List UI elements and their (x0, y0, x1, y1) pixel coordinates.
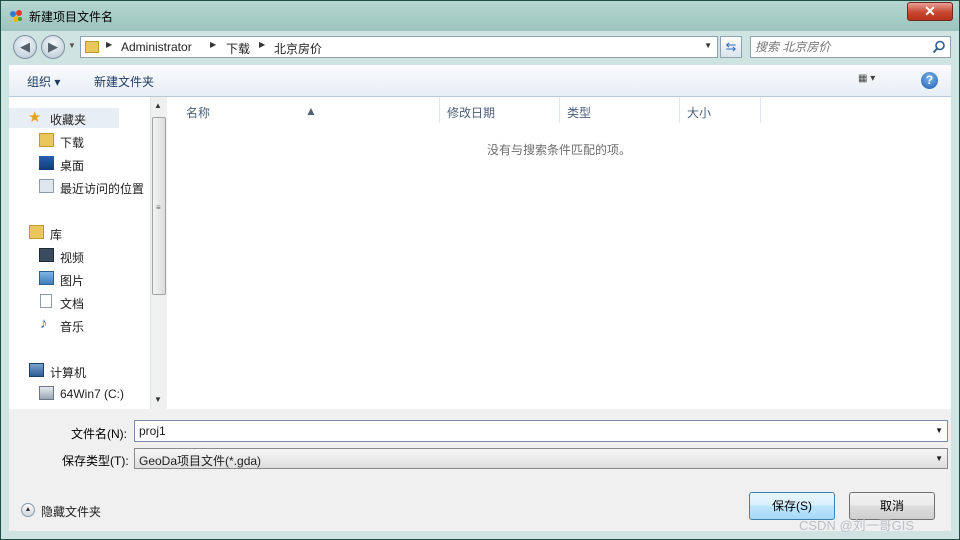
address-bar[interactable]: ▶ Administrator ▶ 下载 ▶ 北京房价 ▼ (80, 36, 718, 58)
column-header-name[interactable]: 名称 ▲ (167, 97, 440, 123)
organize-button[interactable]: 组织 ▾ (27, 73, 60, 90)
column-header-date-modified[interactable]: 修改日期 (440, 97, 560, 123)
search-input[interactable] (755, 38, 925, 56)
file-list: 名称 ▲ 修改日期 类型 大小 没有与搜索条件匹配的项。 (167, 97, 951, 409)
scroll-up-icon[interactable]: ▲ (154, 101, 162, 110)
column-header-size[interactable]: 大小 (680, 97, 761, 123)
filetype-label: 保存类型(T): (62, 454, 129, 468)
navigation-bar: ◀ ▶ ▼ ▶ Administrator ▶ 下载 ▶ 北京房价 ▼ ⇆ (1, 31, 959, 63)
help-icon[interactable]: ? (921, 72, 938, 89)
address-dropdown-icon[interactable]: ▼ (704, 41, 712, 50)
breadcrumb-arrow-icon[interactable]: ▶ (259, 40, 265, 49)
recent-places-icon (39, 179, 54, 193)
filetype-select[interactable]: GeoDa项目文件(*.gda) ▼ (134, 448, 948, 469)
navigation-scrollbar[interactable]: ▲ ≡ ▼ (150, 97, 167, 409)
close-button[interactable]: ✕ (907, 2, 953, 21)
sidebar-item-favorites[interactable]: ★ 收藏夹 (9, 108, 119, 128)
libraries-icon (29, 225, 44, 239)
new-folder-button[interactable]: 新建文件夹 (94, 73, 154, 90)
filename-value[interactable]: proj1 (139, 424, 166, 438)
command-bar: 组织 ▾ 新建文件夹 ▦ ▾ ? (9, 64, 951, 97)
watermark: CSDN @刘一哥GIS (799, 518, 915, 533)
navigation-pane: ★ 收藏夹 下载 桌面 最近访问的位置 库 视频 图片 文档 ♪ 音乐 计算机 … (9, 97, 150, 409)
forward-button[interactable]: ▶ (41, 35, 65, 59)
scroll-down-icon[interactable]: ▼ (154, 395, 162, 404)
folder-icon (85, 41, 99, 53)
recent-locations-dropdown[interactable]: ▼ (68, 41, 76, 50)
change-view-button[interactable]: ▦ ▾ (858, 73, 894, 89)
downloads-folder-icon (39, 133, 54, 147)
documents-icon (40, 294, 52, 308)
hide-folders-label: 隐藏文件夹 (41, 505, 102, 519)
column-header-type[interactable]: 类型 (560, 97, 680, 123)
pictures-icon (39, 271, 54, 285)
filetype-dropdown-icon[interactable]: ▼ (935, 454, 943, 463)
breadcrumb-arrow-icon[interactable]: ▶ (210, 40, 216, 49)
save-dialog: 新建项目文件名 ✕ ◀ ▶ ▼ ▶ Administrator ▶ 下载 ▶ 北… (0, 0, 960, 540)
back-button[interactable]: ◀ (13, 35, 37, 59)
videos-icon (39, 248, 54, 262)
grip-icon: ≡ (156, 203, 161, 212)
hard-drive-icon (39, 386, 54, 400)
empty-list-message: 没有与搜索条件匹配的项。 (486, 143, 631, 157)
scrollbar-thumb[interactable]: ≡ (152, 117, 166, 295)
collapse-arrow-icon: ▲ (21, 503, 35, 517)
back-arrow-icon: ◀ (20, 39, 30, 54)
geoda-app-icon (10, 10, 22, 22)
breadcrumb-downloads[interactable]: 下载 (226, 40, 250, 57)
sort-ascending-icon: ▲ (305, 104, 317, 118)
star-icon: ★ (28, 109, 42, 126)
dialog-footer: 文件名(N): proj1 ▼ 保存类型(T): GeoDa项目文件(*.gda… (9, 409, 951, 531)
computer-icon (29, 363, 44, 377)
filename-field[interactable]: proj1 ▼ (134, 420, 948, 442)
title-bar: 新建项目文件名 ✕ (1, 1, 959, 31)
breadcrumb-current-folder[interactable]: 北京房价 (274, 40, 322, 57)
breadcrumb-administrator[interactable]: Administrator (121, 40, 192, 54)
search-box[interactable] (750, 36, 951, 58)
music-note-icon: ♪ (40, 315, 48, 332)
search-icon[interactable] (932, 40, 946, 54)
window-title: 新建项目文件名 (29, 10, 114, 24)
filetype-value: GeoDa项目文件(*.gda) (139, 454, 262, 468)
breadcrumb-arrow-icon[interactable]: ▶ (106, 40, 112, 49)
refresh-button[interactable]: ⇆ (720, 36, 742, 58)
refresh-icon: ⇆ (725, 39, 737, 54)
forward-arrow-icon: ▶ (48, 39, 58, 54)
filename-dropdown-icon[interactable]: ▼ (935, 426, 943, 435)
filename-label: 文件名(N): (71, 427, 127, 441)
desktop-icon (39, 156, 54, 170)
